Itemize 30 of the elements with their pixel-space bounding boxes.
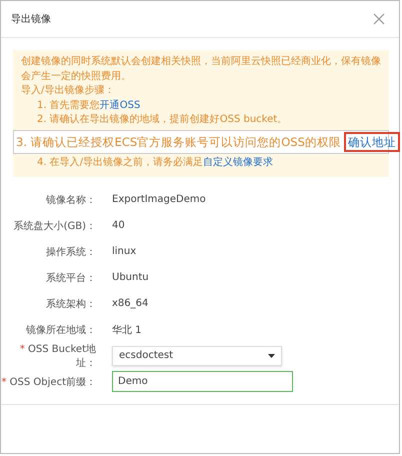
field-value: x86_64 [112,298,148,310]
field-value: 40 [112,220,125,232]
confirm-link[interactable]: 确认地址 [344,132,400,152]
required-mark: * [20,344,25,355]
required-mark: * [1,376,6,388]
field-value: Ubuntu [112,272,149,284]
step-link[interactable]: 开通OSS [100,100,140,110]
field-label: 操作系统： [46,246,96,258]
notice-text: 创建镜像的同时系统默认会创建相关快照，当前阿里云快照已经商业化，保有镜像会产生一定的快照费用。 [21,55,381,84]
step-link[interactable]: 自定义镜像要求 [203,157,274,168]
field-label: 镜像名称： [46,194,96,206]
prefix-input[interactable]: Demo [112,371,293,392]
field-label: OSS Bucket地址： [28,344,96,369]
field-label: 系统盘大小(GB)： [14,220,96,232]
field-label: 镜像所在地域： [26,324,96,336]
field-value: linux [112,246,136,258]
dialog-title: 导出镜像 [11,12,51,26]
field-value: 华北 1 [112,324,142,337]
close-icon[interactable] [373,13,385,25]
field-value: ExportImageDemo [112,194,206,206]
callout-text: 3. 请确认已经授权ECS官方服务账号可以访问您的OSS的权限 [16,134,341,150]
step-text: 1. 首先需要您开通OSS [36,98,142,112]
field-label: OSS Object前缀： [10,376,96,388]
caret-icon [268,354,275,358]
field-label: 系统架构： [46,298,96,310]
field-label: 系统平台： [46,272,96,284]
steps-heading: 导入/导出镜像步骤： [21,84,116,98]
step-text: 4. 在导入/导出镜像之前，请务必满足自定义镜像要求 [36,156,274,170]
step-text: 2. 请确认在导出镜像的地域，提前创建好OSS bucket。 [36,113,288,127]
bucket-dropdown[interactable]: ecsdoctest [112,346,282,366]
